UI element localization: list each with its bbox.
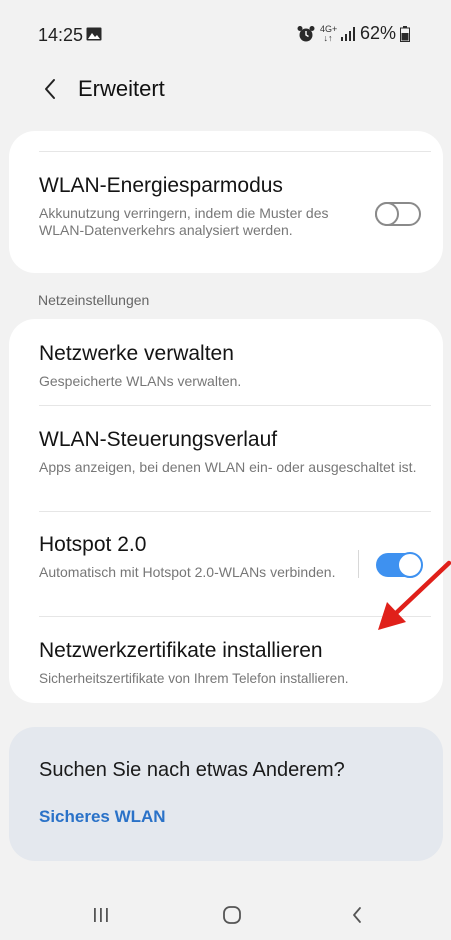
suggestion-card: Suchen Sie nach etwas Anderem? Sicheres … [9,727,443,861]
hotspot-row[interactable]: Hotspot 2.0 Automatisch mit Hotspot 2.0-… [39,532,343,581]
page-title: Erweitert [78,76,165,101]
battery-percentage: 62% [360,23,397,43]
back-icon [351,906,363,929]
suggestion-title: Suchen Sie nach etwas Anderem? [39,759,345,781]
home-icon [222,905,242,930]
power-saving-card: WLAN-Energiesparmodus Akkunutzung verrin… [9,131,443,273]
hotspot-title: Hotspot 2.0 [39,533,147,556]
divider [39,151,431,152]
status-indicators: 4G+ ↓↑ 62% [296,23,411,44]
install-certificates-subtitle: Sicherheitszertifikate von Ihrem Telefon… [39,671,349,686]
nav-back-button[interactable] [337,902,377,932]
power-saving-subtitle: Akkunutzung verringern, indem die Muster… [39,205,329,238]
toggle-knob [375,202,399,226]
toggle-separator [358,550,359,578]
chevron-left-icon [43,78,57,105]
power-saving-row[interactable]: WLAN-Energiesparmodus Akkunutzung verrin… [39,173,343,239]
hotspot-subtitle: Automatisch mit Hotspot 2.0-WLANs verbin… [39,564,336,580]
install-certificates-title: Netzwerkzertifikate installieren [39,639,323,662]
signal-icon [340,26,356,42]
power-saving-title: WLAN-Energiesparmodus [39,174,283,197]
power-saving-toggle[interactable] [375,202,421,226]
wlan-control-history-subtitle: Apps anzeigen, bei denen WLAN ein- oder … [39,459,417,475]
divider [39,405,431,406]
navigation-bar [0,888,451,940]
battery-icon [400,25,411,42]
secure-wlan-link[interactable]: Sicheres WLAN [39,807,166,827]
section-label-network: Netzeinstellungen [38,292,150,308]
network-type-icon: 4G+ ↓↑ [320,23,338,43]
divider [39,511,431,512]
recent-apps-icon [91,906,111,929]
status-bar: 14:25 4G+ ↓↑ 62% [0,0,451,66]
install-certificates-row[interactable]: Netzwerkzertifikate installieren Sicherh… [39,638,439,687]
alarm-icon [296,24,316,44]
network-settings-card: Netzwerke verwalten Gespeicherte WLANs v… [9,319,443,703]
wlan-control-history-row[interactable]: WLAN-Steuerungsverlauf Apps anzeigen, be… [39,427,423,476]
annotation-arrow-icon [378,560,451,630]
manage-networks-row[interactable]: Netzwerke verwalten Gespeicherte WLANs v… [39,341,423,390]
recent-apps-button[interactable] [81,902,121,932]
manage-networks-subtitle: Gespeicherte WLANs verwalten. [39,373,242,389]
home-button[interactable] [212,902,252,932]
manage-networks-title: Netzwerke verwalten [39,342,234,365]
wlan-control-history-title: WLAN-Steuerungsverlauf [39,428,278,451]
image-icon [86,27,102,41]
status-time: 14:25 [38,25,84,45]
back-button[interactable] [30,72,70,110]
app-header: Erweitert [0,66,451,116]
